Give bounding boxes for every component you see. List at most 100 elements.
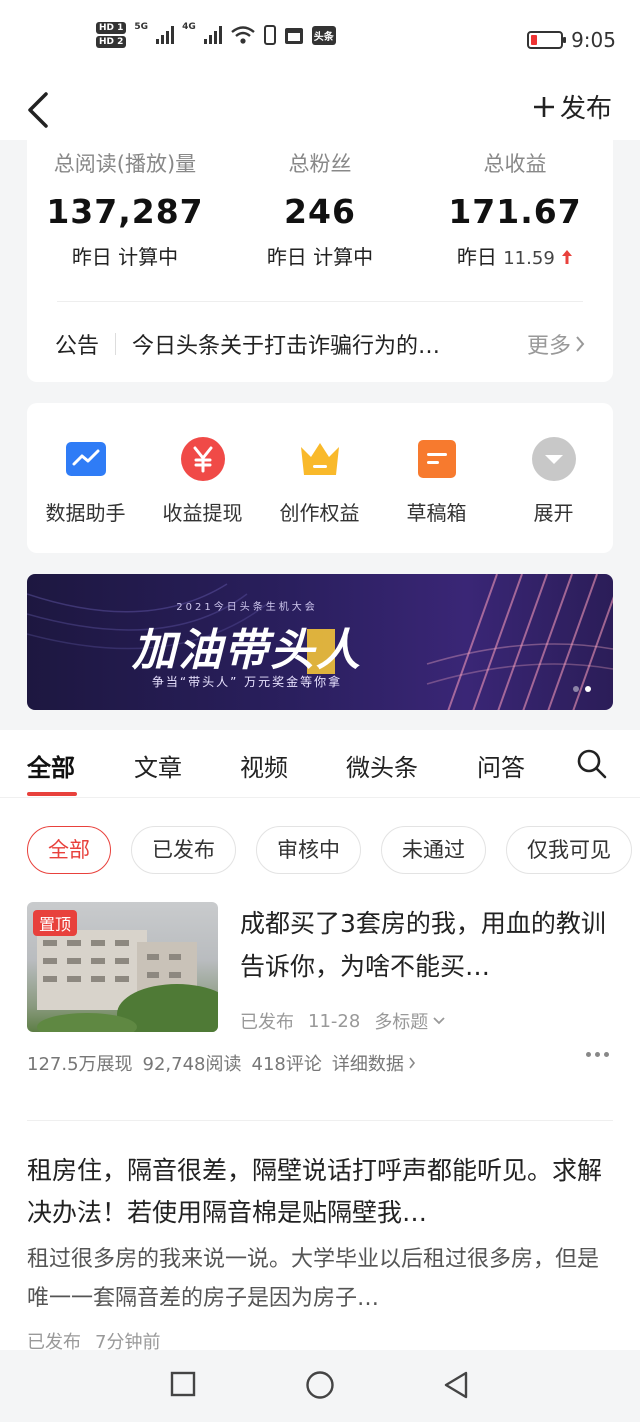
comments-count: 418评论 — [251, 1054, 322, 1075]
stat-value: 246 — [284, 192, 356, 231]
post-title[interactable]: 租房住，隔音很差，隔壁说话打呼声都能听见。求解决办法！若使用隔音棉是贴隔壁我… — [27, 1150, 613, 1234]
signal-icon-2 — [203, 26, 222, 44]
stat-total-fans[interactable]: 总粉丝 246 昨日 计算中 — [222, 148, 418, 270]
signal-icon — [156, 26, 175, 44]
tools-card: 数据助手 收益提现 创作权益 草稿箱 展开 — [27, 403, 613, 553]
back-nav-icon[interactable] — [442, 1370, 470, 1400]
yuan-icon — [180, 437, 225, 481]
tab-micro-posts[interactable]: 微头条 — [346, 748, 418, 783]
tool-expand[interactable]: 展开 — [495, 403, 612, 553]
banner-headline: 加油带头人 — [132, 625, 362, 676]
status-right: 9:05 — [527, 28, 616, 52]
hd2-badge: HD 2 — [96, 36, 127, 48]
stat-label: 总收益 — [483, 152, 547, 176]
toutiao-app-badge: 头条 — [311, 25, 336, 45]
filter-published[interactable]: 已发布 — [131, 826, 236, 874]
tool-label: 创作权益 — [279, 501, 360, 525]
chevron-right-icon — [409, 1057, 415, 1069]
draft-icon — [415, 437, 459, 481]
tool-label: 收益提现 — [162, 501, 243, 525]
article-date: 11-28 — [308, 1010, 361, 1032]
article-meta: 已发布 11-28 多标题 — [240, 1008, 446, 1034]
page-dot-active — [585, 686, 591, 692]
tool-label: 数据助手 — [45, 501, 126, 525]
status-filters: 全部 已发布 审核中 未通过 仅我可见 — [27, 826, 632, 874]
announcement-text[interactable]: 今日头条关于打击诈骗行为的… — [132, 328, 515, 360]
filter-private[interactable]: 仅我可见 — [506, 826, 632, 874]
article-stats: 127.5万展现 92,748阅读 418评论 详细数据 — [27, 1050, 416, 1076]
page-dot — [573, 686, 579, 692]
banner-subtitle: 争当“带头人” 万元奖金等你拿 — [151, 675, 343, 689]
clock: 9:05 — [571, 28, 616, 52]
stat-label: 总阅读(播放)量 — [53, 152, 197, 176]
more-label: 更多 — [526, 334, 571, 359]
tab-all[interactable]: 全部 — [27, 748, 75, 783]
content-tabs: 全部 文章 视频 微头条 问答 — [0, 730, 640, 798]
tab-articles[interactable]: 文章 — [134, 748, 182, 783]
filter-under-review[interactable]: 审核中 — [256, 826, 361, 874]
separator — [115, 333, 117, 355]
stat-sub-prefix: 昨日 — [456, 245, 497, 269]
pinned-badge: 置顶 — [33, 910, 78, 936]
stat-sub-value: 11.59 — [503, 248, 555, 269]
stat-label: 总粉丝 — [288, 152, 352, 176]
announcement-row[interactable]: 公告 今日头条关于打击诈骗行为的… 更多 — [55, 326, 585, 362]
trend-up-icon — [562, 250, 573, 264]
stat-total-reads[interactable]: 总阅读(播放)量 137,287 昨日 计算中 — [27, 148, 223, 270]
details-link[interactable]: 详细数据 — [332, 1050, 416, 1076]
announcement-tag: 公告 — [55, 334, 100, 359]
divider — [27, 1120, 613, 1121]
tab-videos[interactable]: 视频 — [240, 748, 288, 783]
hd-badges: HD 1 HD 2 — [96, 22, 127, 48]
filter-all[interactable]: 全部 — [27, 826, 111, 874]
tool-creator-rights[interactable]: 创作权益 — [261, 403, 378, 553]
chevron-down-icon — [433, 1017, 445, 1025]
multi-title-toggle[interactable]: 多标题 — [374, 1008, 446, 1034]
banner-pagination — [573, 686, 591, 692]
article-thumbnail[interactable]: 置顶 — [27, 902, 218, 1032]
filter-rejected[interactable]: 未通过 — [381, 826, 486, 874]
article-title[interactable]: 成都买了3套房的我，用血的教训告诉你，为啥不能买… — [240, 902, 613, 988]
post-meta: 已发布 7分钟前 — [27, 1328, 613, 1350]
tool-label: 草稿箱 — [406, 501, 467, 525]
active-tab-indicator — [27, 792, 77, 796]
stats-card: 总阅读(播放)量 137,287 昨日 计算中 总粉丝 246 昨日 计算中 总… — [27, 140, 613, 382]
tool-label: 展开 — [533, 501, 574, 525]
article-status: 已发布 — [240, 1012, 294, 1033]
phone-icon — [263, 25, 276, 45]
wifi-icon — [230, 26, 255, 44]
chevron-right-icon — [576, 336, 585, 352]
tab-qa[interactable]: 问答 — [477, 748, 525, 783]
search-icon[interactable] — [576, 748, 608, 780]
network-5g-label: 5G — [134, 22, 149, 32]
status-bar: HD 1 HD 2 5G 4G 头条 9:05 — [0, 0, 640, 80]
list-item[interactable]: 租房住，隔音很差，隔壁说话打呼声都能听见。求解决办法！若使用隔音棉是贴隔壁我… … — [27, 1150, 613, 1350]
recent-apps-icon[interactable] — [170, 1370, 196, 1398]
nav-bar: 发布 — [0, 80, 640, 140]
content-list: 全部 文章 视频 微头条 问答 全部 已发布 审核中 未通过 仅我可见 置顶 成… — [0, 730, 640, 1350]
back-icon[interactable] — [22, 88, 62, 132]
list-item[interactable]: 置顶 成都买了3套房的我，用血的教训告诉你，为啥不能买… 已发布 11-28 多… — [27, 902, 613, 1082]
impressions-count: 127.5万展现 — [27, 1054, 133, 1075]
divider — [57, 301, 583, 302]
tool-data-assistant[interactable]: 数据助手 — [27, 403, 144, 553]
more-options-icon[interactable] — [586, 1052, 609, 1057]
network-4g-label: 4G — [182, 22, 196, 32]
post-status: 已发布 — [27, 1332, 81, 1350]
tool-earnings-withdraw[interactable]: 收益提现 — [144, 403, 261, 553]
publish-button[interactable]: 发布 — [532, 88, 612, 125]
stat-sub: 昨日 11.59 — [417, 241, 613, 270]
multi-title-label: 多标题 — [374, 1012, 429, 1033]
system-navigation-bar — [0, 1350, 640, 1422]
stat-sub: 昨日 计算中 — [266, 245, 374, 269]
stat-total-earnings[interactable]: 总收益 171.67 昨日 11.59 — [417, 148, 613, 270]
promo-banner[interactable]: 2021今日头条生机大会 加油带头人 争当“带头人” 万元奖金等你拿 — [27, 574, 613, 710]
publish-label: 发布 — [559, 94, 612, 124]
tool-drafts[interactable]: 草稿箱 — [378, 403, 495, 553]
home-icon[interactable] — [305, 1370, 335, 1400]
post-excerpt: 租过很多房的我来说一说。大学毕业以后租过很多房，但是唯一一套隔音差的房子是因为房… — [27, 1247, 600, 1311]
calendar-icon — [284, 28, 303, 44]
battery-icon — [527, 31, 567, 49]
hd1-badge: HD 1 — [96, 22, 127, 34]
more-link[interactable]: 更多 — [527, 328, 585, 360]
